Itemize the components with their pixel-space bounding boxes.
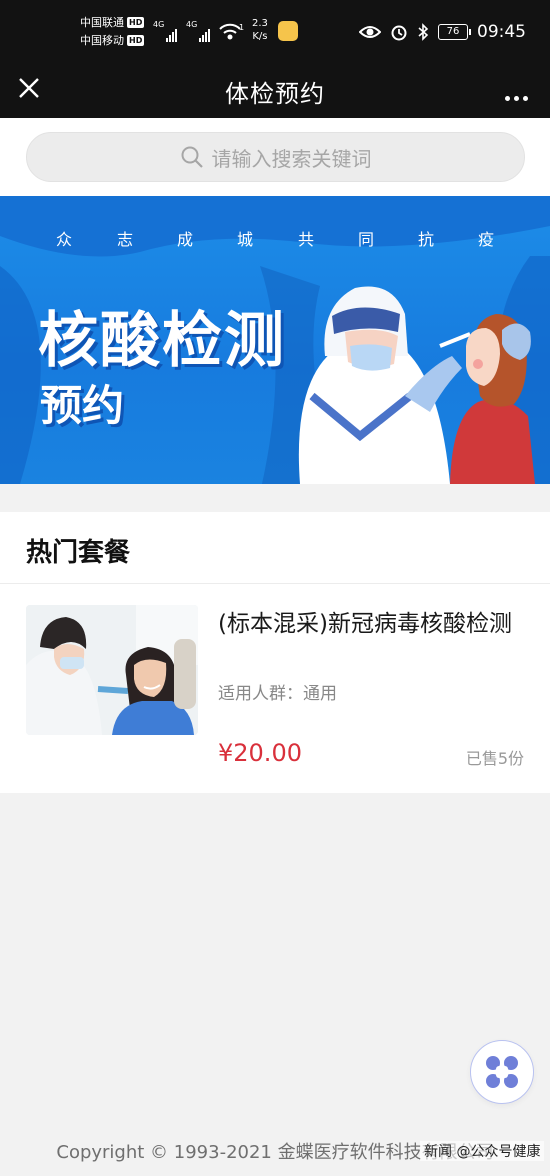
search-bar: 请输入搜索关键词 xyxy=(0,118,550,196)
app-notification-icon xyxy=(278,21,298,41)
section-title: 热门套餐 xyxy=(26,538,131,568)
carrier-2: 中国移动 xyxy=(80,34,124,47)
product-card[interactable]: (标本混采)新冠病毒核酸检测 适用人群：通用 ¥20.00 已售5份 xyxy=(0,585,550,793)
search-input[interactable]: 请输入搜索关键词 xyxy=(26,132,525,182)
product-audience: 适用人群：通用 xyxy=(218,684,337,704)
hd-badge: HD xyxy=(127,17,145,28)
product-sold-count: 已售5份 xyxy=(465,749,524,768)
bluetooth-icon xyxy=(418,23,429,41)
search-icon xyxy=(181,146,203,168)
banner-title: 核酸检测 xyxy=(38,306,286,376)
wifi-badge: 1 xyxy=(239,23,244,32)
carrier-1: 中国联通 xyxy=(80,16,124,29)
product-name: (标本混采)新冠病毒核酸检测 xyxy=(218,611,512,637)
signal-icon xyxy=(166,23,178,42)
more-icon[interactable] xyxy=(501,86,528,105)
network-type-1: 4G xyxy=(153,20,165,29)
alarm-icon xyxy=(391,25,407,41)
floating-menu-button[interactable] xyxy=(470,1040,534,1104)
nav-bar: 体检预约 xyxy=(0,62,550,118)
wifi-icon: 1 xyxy=(218,20,244,46)
product-image xyxy=(26,605,198,735)
battery-indicator: 76 xyxy=(438,24,471,40)
search-placeholder: 请输入搜索关键词 xyxy=(211,146,372,171)
net-speed: 2.3 K/s xyxy=(252,18,268,42)
hot-packages-section: 热门套餐 (标本混采)新冠病毒核酸检测 适用人群：通用 ¥20.00 已售5份 xyxy=(0,512,550,793)
clover-icon xyxy=(486,1056,518,1088)
eye-icon xyxy=(359,26,381,38)
banner-subtitle: 预约 xyxy=(40,381,125,430)
page-title: 体检预约 xyxy=(225,80,325,108)
hd-badge: HD xyxy=(127,35,145,46)
product-price: ¥20.00 xyxy=(218,739,302,767)
watermark: 新闻 @公众号健康 xyxy=(420,1141,545,1161)
status-bar: 中国联通 HD 中国移动 HD 4G 4G 1 2.3 K/s 76 09:45 xyxy=(0,0,550,62)
signal-icon xyxy=(199,23,211,42)
network-type-2: 4G xyxy=(186,20,198,29)
carrier-info: 中国联通 HD 中国移动 HD xyxy=(80,14,145,50)
promo-banner[interactable]: 众 志 成 城 共 同 抗 疫 核酸检测 预约 xyxy=(0,196,550,484)
section-header: 热门套餐 xyxy=(0,512,550,584)
clock: 09:45 xyxy=(477,22,526,42)
